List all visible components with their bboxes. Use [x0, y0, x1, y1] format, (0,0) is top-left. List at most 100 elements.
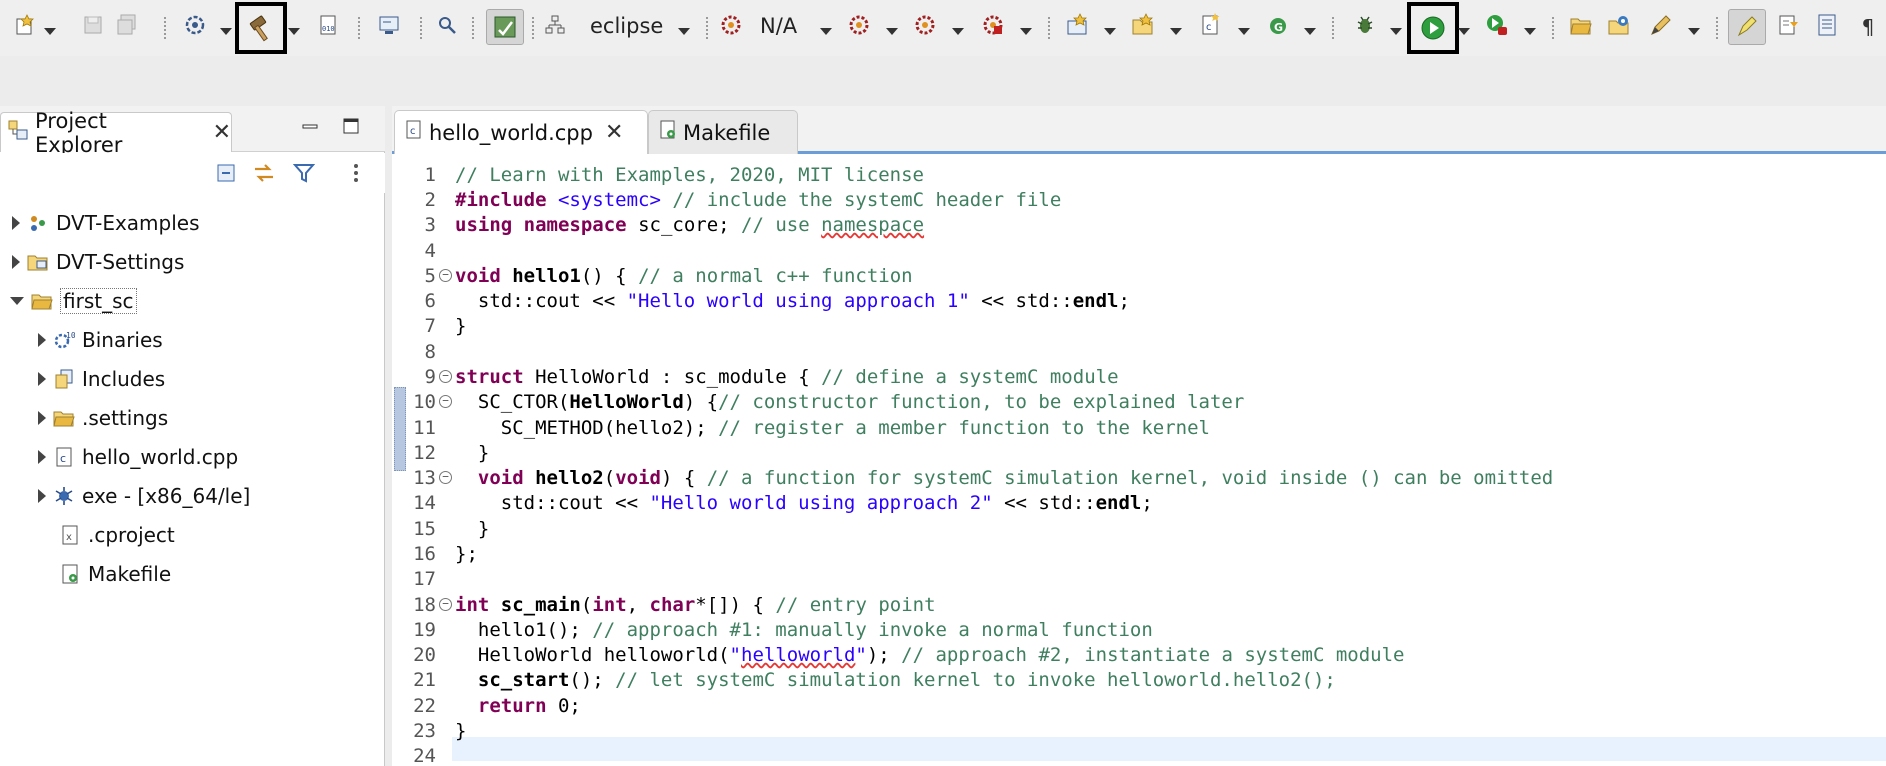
new-project-dropdown[interactable] [1102, 10, 1118, 40]
launch-target-dropdown[interactable] [818, 10, 834, 40]
hierarchy-icon[interactable] [540, 10, 570, 40]
close-icon[interactable]: ✕ [213, 120, 231, 145]
new-folder-icon[interactable] [1128, 10, 1158, 40]
tree-item-label: hello_world.cpp [82, 445, 239, 469]
toggle-mark-occurrences-icon[interactable] [486, 9, 524, 45]
expand-arrow-icon[interactable] [38, 450, 46, 464]
collapse-arrow-icon[interactable] [10, 297, 24, 305]
open-folder-icon[interactable] [1566, 10, 1596, 40]
code-line-15: } [455, 518, 489, 540]
project-explorer-icon [7, 119, 29, 146]
explorer-tab-label: Project Explorer [35, 108, 123, 157]
tree-item-dvt-settings[interactable]: DVT-Settings [0, 243, 385, 281]
show-whitespace-icon[interactable] [1812, 10, 1842, 40]
expand-arrow-icon[interactable] [38, 333, 46, 347]
save-icon[interactable] [78, 10, 108, 40]
link-with-editor-icon[interactable] [250, 159, 278, 187]
launch-config-dropdown[interactable] [676, 10, 692, 40]
build-dropdown[interactable] [286, 10, 302, 40]
launch-target-label[interactable]: N/A [760, 14, 797, 38]
fold-toggle-icon[interactable]: − [439, 269, 452, 282]
fold-toggle-icon[interactable]: − [439, 471, 452, 484]
toggle-highlight-icon[interactable] [1728, 9, 1766, 45]
pilcrow-icon[interactable]: ¶ [1856, 10, 1880, 44]
code-keyword: int [592, 594, 627, 616]
tree-item-first-sc[interactable]: first_sc [0, 282, 385, 320]
collapse-all-icon[interactable] [212, 159, 240, 187]
fold-toggle-icon[interactable]: − [439, 395, 452, 408]
code-comment: // entry point [775, 594, 936, 616]
tree-item-cproject[interactable]: x .cproject [0, 516, 385, 554]
tab-project-explorer[interactable]: Project Explorer ✕ [0, 109, 232, 157]
run-dropdown[interactable] [1456, 10, 1472, 40]
save-all-icon[interactable] [112, 10, 142, 40]
new-project-icon[interactable] [1062, 10, 1092, 40]
annotate-dropdown[interactable] [1686, 10, 1702, 40]
fold-toggle-icon[interactable]: − [439, 598, 452, 611]
external-tool-dropdown[interactable] [884, 10, 900, 40]
minimize-icon[interactable] [302, 116, 318, 141]
open-workspace-icon[interactable] [1604, 10, 1634, 40]
tree-item-includes[interactable]: Includes [0, 360, 385, 398]
code-editor[interactable]: 1 2 3 4 5 6 7 8 9 10 11 12 13 14 15 16 1… [392, 158, 1886, 766]
expand-arrow-icon[interactable] [38, 372, 46, 386]
code-line-14: std::cout << "Hello world using approach… [455, 492, 1153, 514]
tools-gear-icon[interactable] [180, 10, 210, 40]
filter-icon[interactable] [290, 159, 318, 187]
new-source-dropdown[interactable] [1236, 10, 1252, 40]
console-icon[interactable] [374, 10, 404, 40]
tree-item-exe[interactable]: exe - [x86_64/le] [0, 477, 385, 515]
expand-arrow-icon[interactable] [38, 411, 46, 425]
tree-item-settings[interactable]: .settings [0, 399, 385, 437]
build-hammer-icon[interactable] [235, 2, 287, 54]
tools-dropdown[interactable] [218, 10, 234, 40]
launch-target-icon[interactable] [716, 10, 746, 40]
pen-annotate-icon[interactable] [1646, 10, 1676, 40]
tree-item-binaries[interactable]: 10 Binaries [0, 321, 385, 359]
launch-config-label[interactable]: eclipse [590, 14, 663, 38]
expand-arrow-icon[interactable] [12, 216, 20, 230]
close-icon[interactable]: ✕ [605, 120, 623, 145]
next-annotation-icon[interactable] [1774, 10, 1804, 40]
code-comment: // use [741, 214, 822, 236]
expand-arrow-icon[interactable] [12, 255, 20, 269]
tree-item-hello-world-cpp[interactable]: c hello_world.cpp [0, 438, 385, 476]
new-dropdown[interactable] [42, 10, 58, 40]
new-class-icon[interactable]: G [1264, 10, 1294, 40]
new-class-dropdown[interactable] [1302, 10, 1318, 40]
new-folder-dropdown[interactable] [1168, 10, 1184, 40]
profile-external-dropdown[interactable] [1018, 10, 1034, 40]
profile-run-icon[interactable] [1482, 10, 1512, 40]
expand-arrow-icon[interactable] [38, 489, 46, 503]
view-menu-icon[interactable] [342, 159, 370, 187]
tree-item-label: Makefile [88, 562, 172, 586]
tree-item-makefile[interactable]: Makefile [0, 555, 385, 593]
maximize-icon[interactable] [342, 116, 360, 141]
svg-text:c: c [1206, 22, 1212, 33]
fold-toggle-icon[interactable]: − [439, 370, 452, 383]
debug-bug-icon[interactable] [1350, 10, 1380, 40]
search-probe-icon[interactable] [432, 10, 462, 40]
code-string-spelling-marked: helloworld [741, 644, 856, 666]
profile-external-tool-icon[interactable] [978, 10, 1008, 40]
tab-hello-world-cpp[interactable]: c hello_world.cpp ✕ [394, 110, 648, 154]
profile-dropdown[interactable] [1522, 10, 1538, 40]
code-text: std::cout << [455, 492, 650, 514]
new-source-file-icon[interactable]: c [1196, 10, 1226, 40]
line-number: 23 [413, 720, 436, 742]
binary-010-icon[interactable]: 010 [314, 10, 344, 40]
run-external-tool-icon[interactable] [844, 10, 874, 40]
new-icon[interactable] [10, 10, 40, 40]
debug-external-dropdown[interactable] [950, 10, 966, 40]
code-string: "Hello world using approach 1" [626, 290, 970, 312]
debug-dropdown[interactable] [1388, 10, 1404, 40]
code-function-name: sc_start [477, 669, 570, 691]
tree-item-dvt-examples[interactable]: DVT-Examples [0, 204, 385, 242]
run-play-icon[interactable] [1407, 2, 1459, 54]
code-text: ( [603, 467, 616, 489]
debug-external-tool-icon[interactable] [910, 10, 940, 40]
toolbar-separator [164, 17, 166, 39]
tab-makefile[interactable]: Makefile [648, 110, 798, 154]
xml-file-icon: x [58, 523, 82, 547]
